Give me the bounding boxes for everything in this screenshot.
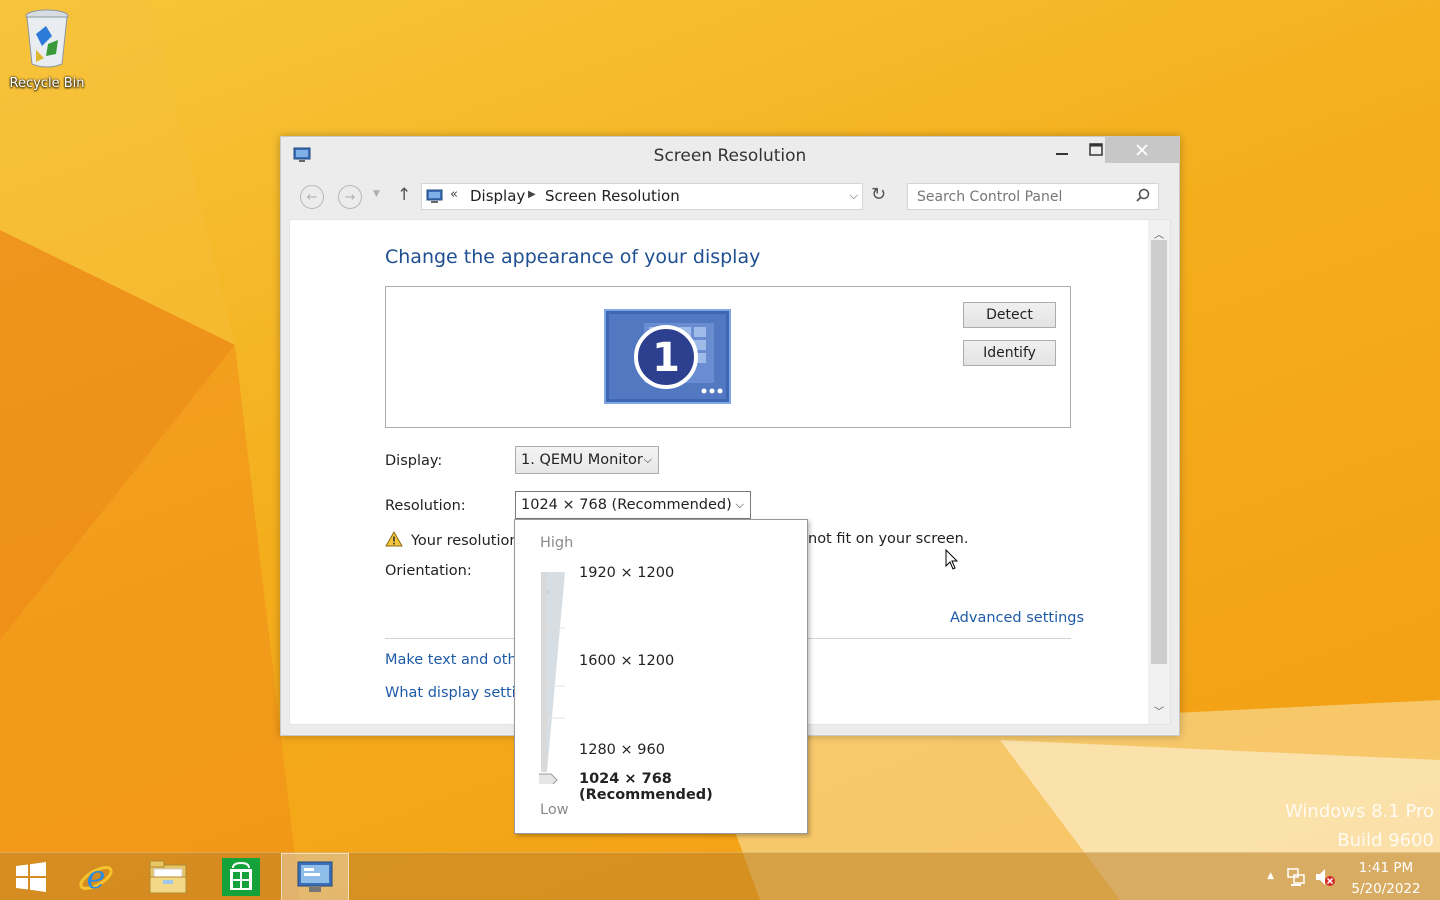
monitor-number: 1: [652, 335, 680, 381]
resolution-warning: Your resolution: [385, 531, 519, 549]
clock-time: 1:41 PM: [1358, 860, 1414, 876]
recycle-bin-label: Recycle Bin: [9, 76, 85, 91]
display-label: Display:: [385, 453, 443, 469]
identify-button[interactable]: Identify: [963, 340, 1056, 366]
recycle-bin-icon: [25, 9, 69, 68]
start-button[interactable]: [0, 853, 62, 900]
chevron-down-icon: ⌵: [643, 453, 652, 466]
address-dropdown-icon[interactable]: ⌵: [850, 189, 858, 203]
resolution-label: Resolution:: [385, 498, 466, 514]
back-button[interactable]: ←: [300, 185, 324, 209]
forward-arrow-icon: →: [344, 189, 356, 205]
breadcrumb-screen-resolution[interactable]: Screen Resolution: [545, 187, 680, 205]
watermark-build: Build 9600: [1337, 830, 1434, 851]
store-icon: [222, 858, 260, 896]
advanced-settings-link[interactable]: Advanced settings: [950, 610, 1084, 626]
maximize-icon: [1089, 143, 1103, 156]
clock-date: 5/20/2022: [1351, 881, 1421, 897]
breadcrumb-overflow[interactable]: «: [450, 187, 458, 202]
mouse-cursor-icon: [945, 549, 959, 570]
display-select[interactable]: 1. QEMU Monitor ⌵: [515, 446, 659, 474]
make-text-larger-link[interactable]: Make text and othe: [385, 652, 526, 668]
scroll-down-icon[interactable]: ﹀: [1148, 703, 1170, 718]
minimize-button[interactable]: [1045, 137, 1079, 163]
show-hidden-icons-icon[interactable]: ▲: [1267, 871, 1274, 881]
store-taskbar-button[interactable]: [207, 853, 275, 900]
chevron-down-icon: ▼: [373, 189, 380, 199]
network-icon[interactable]: [1286, 867, 1306, 887]
slider-thumb: [539, 773, 558, 784]
resolution-dropdown-panel: High 1920 × 1200 1600 × 1200 1280 × 960 …: [514, 519, 808, 834]
resolution-option-selected[interactable]: 1024 × 768 (Recommended): [579, 771, 807, 803]
up-button[interactable]: ↑: [397, 185, 411, 205]
monitor-preview-area: 1 Detect Identify: [385, 286, 1071, 428]
refresh-button[interactable]: ↻: [871, 184, 886, 205]
page-heading: Change the appearance of your display: [385, 246, 761, 268]
search-icon[interactable]: [1136, 188, 1150, 202]
svg-text:e: e: [87, 858, 106, 896]
file-explorer-taskbar-button[interactable]: [134, 853, 202, 900]
slider-low-label: Low: [540, 802, 569, 818]
refresh-icon: ↻: [871, 184, 887, 205]
warning-text-start: Your resolution: [411, 533, 519, 549]
taskbar: e ▲ 1:41 PM 5/20/2022: [0, 852, 1440, 900]
control-panel-taskbar-button[interactable]: [281, 853, 349, 900]
recycle-bin-desktop-icon[interactable]: Recycle Bin: [4, 6, 90, 91]
scrollbar-thumb[interactable]: [1151, 240, 1167, 664]
watermark-edition: Windows 8.1 Pro: [1285, 801, 1434, 822]
address-bar[interactable]: « Display ▶ Screen Resolution ⌵: [421, 183, 863, 210]
system-tray: ▲ 1:41 PM 5/20/2022: [1240, 853, 1440, 900]
volume-muted-icon[interactable]: [1314, 867, 1336, 887]
warning-text-end: not fit on your screen.: [808, 531, 969, 547]
navigation-bar: ← → ▼ ↑ « Display ▶ Screen Resolution ⌵ …: [289, 175, 1171, 219]
resolution-select-value: 1024 × 768 (Recommended): [521, 497, 732, 513]
windows-watermark: Windows 8.1 Pro Build 9600: [1285, 797, 1434, 855]
display-select-value: 1. QEMU Monitor: [521, 452, 643, 468]
internet-explorer-taskbar-button[interactable]: e: [62, 853, 130, 900]
orientation-label: Orientation:: [385, 563, 472, 579]
forward-button[interactable]: →: [338, 185, 362, 209]
close-button[interactable]: [1105, 137, 1179, 163]
recent-locations-dropdown[interactable]: ▼: [373, 189, 380, 199]
folder-icon: [149, 860, 187, 894]
internet-explorer-icon: e: [79, 858, 113, 896]
search-box[interactable]: [907, 183, 1159, 210]
windows-logo-icon: [16, 862, 46, 892]
what-display-settings-link[interactable]: What display setting: [385, 685, 534, 701]
slider-high-label: High: [540, 535, 574, 551]
resolution-option[interactable]: 1600 × 1200: [579, 653, 674, 669]
monitor-1-icon[interactable]: 1: [604, 309, 731, 404]
chevron-down-icon: ⌵: [735, 498, 744, 511]
scroll-up-icon[interactable]: ︿: [1148, 226, 1170, 241]
control-panel-icon: [297, 861, 333, 892]
up-arrow-icon: ↑: [397, 185, 412, 205]
resolution-option[interactable]: 1280 × 960: [579, 742, 665, 758]
resolution-select[interactable]: 1024 × 768 (Recommended) ⌵: [515, 491, 751, 519]
control-panel-icon: [426, 189, 443, 203]
vertical-scrollbar[interactable]: ︿ ﹀: [1148, 220, 1170, 724]
breadcrumb-separator-icon[interactable]: ▶: [528, 189, 536, 200]
back-arrow-icon: ←: [306, 189, 318, 205]
detect-button[interactable]: Detect: [963, 302, 1056, 328]
taskbar-clock[interactable]: 1:41 PM 5/20/2022: [1342, 858, 1430, 900]
resolution-option[interactable]: 1920 × 1200: [579, 565, 674, 581]
search-input[interactable]: [908, 184, 1128, 209]
title-bar[interactable]: Screen Resolution: [281, 137, 1179, 175]
minimize-icon: [1056, 153, 1068, 155]
breadcrumb-display[interactable]: Display: [470, 187, 525, 205]
resolution-slider[interactable]: [539, 572, 566, 784]
warning-icon: [385, 531, 403, 547]
close-icon: [1136, 144, 1148, 156]
